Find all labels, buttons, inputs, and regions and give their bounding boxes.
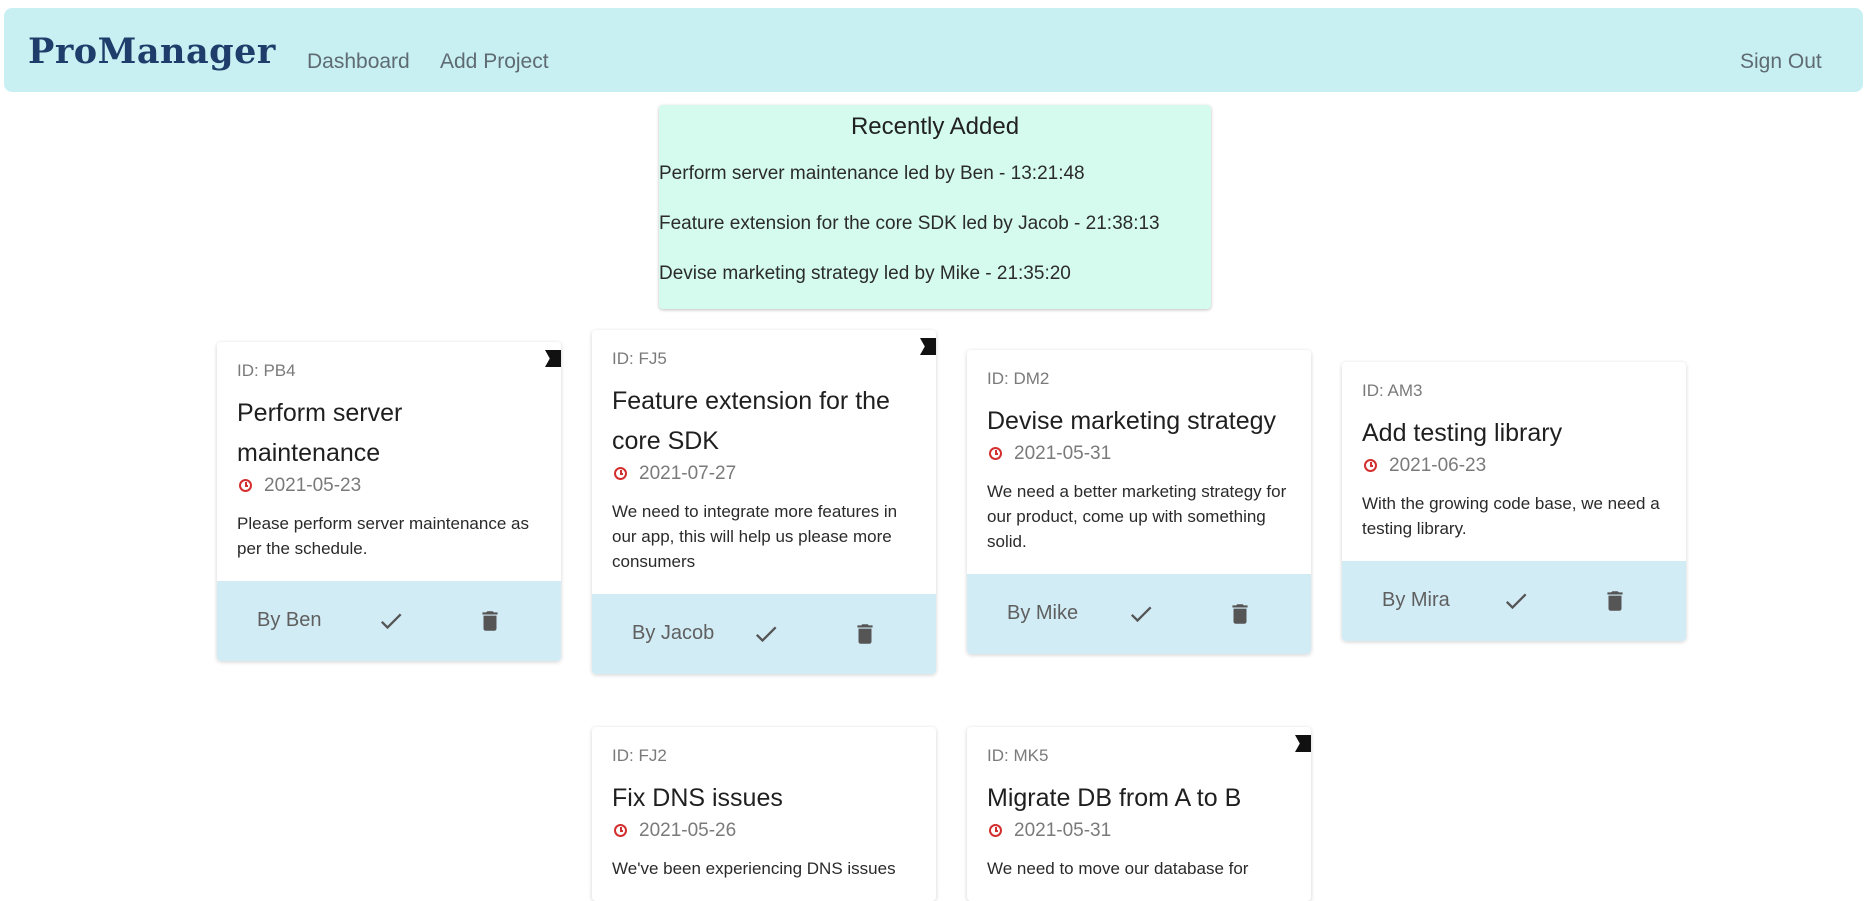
flag-icon[interactable] bbox=[920, 338, 936, 355]
project-id: ID: AM3 bbox=[1362, 381, 1423, 400]
project-card: ID: FJ5 Feature extension for the core S… bbox=[592, 330, 936, 674]
project-date: 2021-06-23 bbox=[1389, 454, 1487, 476]
project-lead: By Ben bbox=[257, 608, 322, 631]
card-footer: By Mike bbox=[967, 573, 1311, 654]
project-deadline: 2021-05-31 bbox=[987, 820, 1291, 842]
card-footer: By Jacob bbox=[592, 593, 936, 674]
project-id: ID: FJ5 bbox=[612, 349, 667, 368]
project-description: We need a better marketing strategy for … bbox=[987, 481, 1287, 551]
project-description: With the growing code base, we need a te… bbox=[1362, 493, 1660, 538]
project-card: ID: PB4 Perform server maintenance 2021-… bbox=[217, 342, 561, 661]
project-deadline: 2021-05-23 bbox=[237, 475, 541, 497]
flag-icon[interactable] bbox=[1295, 735, 1311, 752]
project-card: ID: AM3 Add testing library 2021-06-23 W… bbox=[1342, 362, 1686, 641]
flag-icon[interactable] bbox=[545, 350, 561, 367]
project-id: ID: MK5 bbox=[987, 746, 1049, 765]
project-lead: By Jacob bbox=[632, 621, 715, 644]
project-description: We need to move our database for bbox=[987, 858, 1249, 878]
trash-icon[interactable] bbox=[1227, 600, 1253, 628]
project-description: We need to integrate more features in ou… bbox=[612, 501, 898, 571]
project-description: We've been experiencing DNS issues bbox=[612, 858, 896, 878]
trash-icon[interactable] bbox=[477, 607, 503, 635]
clock-icon bbox=[989, 447, 1002, 461]
clock-icon bbox=[1364, 459, 1377, 473]
nav-link-add-project[interactable]: Add Project bbox=[440, 51, 549, 72]
project-id: ID: FJ2 bbox=[612, 746, 667, 765]
project-date: 2021-05-31 bbox=[1014, 819, 1112, 841]
trash-icon[interactable] bbox=[852, 620, 878, 648]
project-deadline: 2021-05-26 bbox=[612, 820, 916, 842]
recent-item: Feature extension for the core SDK led b… bbox=[659, 213, 1160, 234]
trash-icon[interactable] bbox=[1602, 587, 1628, 615]
recently-added-title: Recently Added bbox=[850, 113, 1020, 140]
brand-logo[interactable]: ProManager bbox=[28, 34, 276, 69]
project-card: ID: DM2 Devise marketing strategy 2021-0… bbox=[967, 350, 1311, 654]
project-title: Migrate DB from A to B bbox=[987, 783, 1242, 812]
project-title: Fix DNS issues bbox=[612, 783, 783, 812]
project-deadline: 2021-07-27 bbox=[612, 463, 916, 485]
project-id: ID: DM2 bbox=[987, 369, 1050, 388]
project-title: Add testing library bbox=[1362, 418, 1563, 447]
project-description: Please perform server maintenance as per… bbox=[237, 513, 529, 558]
project-date: 2021-07-27 bbox=[639, 462, 737, 484]
project-title: Feature extension for the core SDK bbox=[612, 386, 890, 455]
recent-item: Devise marketing strategy led by Mike - … bbox=[659, 263, 1071, 284]
project-date: 2021-05-23 bbox=[264, 474, 362, 496]
clock-icon bbox=[239, 479, 252, 493]
clock-icon bbox=[614, 467, 627, 481]
project-date: 2021-05-31 bbox=[1014, 442, 1112, 464]
project-id: ID: PB4 bbox=[237, 361, 296, 380]
check-icon[interactable] bbox=[377, 607, 405, 635]
card-footer: By Mira bbox=[1342, 560, 1686, 641]
card-footer: By Ben bbox=[217, 580, 561, 661]
sign-out-link[interactable]: Sign Out bbox=[1740, 51, 1822, 72]
nav-link-dashboard[interactable]: Dashboard bbox=[307, 51, 410, 72]
project-card: ID: FJ2 Fix DNS issues 2021-05-26 We've … bbox=[592, 727, 936, 901]
clock-icon bbox=[989, 824, 1002, 838]
check-icon[interactable] bbox=[752, 620, 780, 648]
recent-item: Perform server maintenance led by Ben - … bbox=[659, 163, 1085, 184]
project-title: Perform server maintenance bbox=[237, 398, 403, 467]
clock-icon bbox=[614, 824, 627, 838]
project-date: 2021-05-26 bbox=[639, 819, 737, 841]
project-title: Devise marketing strategy bbox=[987, 406, 1277, 435]
project-card: ID: MK5 Migrate DB from A to B 2021-05-3… bbox=[967, 727, 1311, 901]
check-icon[interactable] bbox=[1502, 587, 1530, 615]
project-deadline: 2021-06-23 bbox=[1362, 455, 1666, 477]
navbar: ProManager Dashboard Add Project Sign Ou… bbox=[4, 8, 1863, 92]
check-icon[interactable] bbox=[1127, 600, 1155, 628]
project-lead: By Mira bbox=[1382, 588, 1450, 611]
project-lead: By Mike bbox=[1007, 601, 1079, 624]
project-deadline: 2021-05-31 bbox=[987, 443, 1291, 465]
